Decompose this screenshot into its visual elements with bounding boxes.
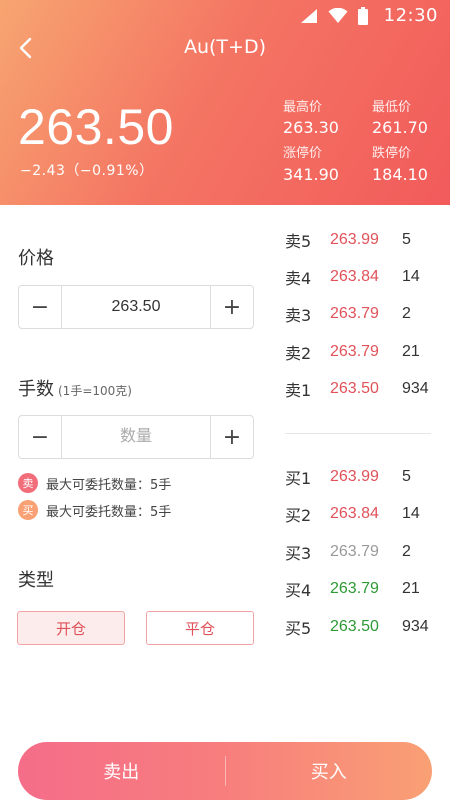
price-decrease-button[interactable]: − [19, 286, 61, 328]
ask-price: 263.99 [330, 231, 379, 248]
page-title: Au(T+D) [183, 36, 267, 58]
ask-price: 263.50 [330, 380, 379, 397]
bid-qty: 5 [402, 468, 411, 485]
price-change: −2.43（−0.91%） [20, 163, 154, 179]
quantity-decrease-button[interactable]: − [19, 416, 61, 458]
trade-action-bar: 卖出 买入 [18, 742, 432, 800]
quote-header: 12:30 Au(T+D) 263.50 −2.43（−0.91%） 最高价 2… [0, 0, 450, 205]
bid-qty: 14 [402, 505, 420, 522]
quantity-unit-hint: (1手=100克) [58, 384, 132, 398]
price-input[interactable] [62, 286, 210, 328]
open-position-button[interactable]: 开仓 [17, 611, 125, 645]
bid-row[interactable]: 买2 263.84 14 [285, 502, 445, 526]
ask-side: 卖2 [285, 344, 312, 363]
price-label: 价格 [18, 248, 54, 269]
quantity-increase-button[interactable]: + [211, 416, 253, 458]
ask-row[interactable]: 卖2 263.79 21 [285, 340, 445, 364]
ask-side: 卖1 [285, 381, 312, 400]
ask-qty: 934 [402, 380, 429, 397]
sell-badge: 卖 [18, 473, 38, 493]
bid-price: 263.79 [330, 543, 379, 560]
bid-price: 263.99 [330, 468, 379, 485]
bid-price: 263.84 [330, 505, 379, 522]
ask-qty: 2 [402, 305, 411, 322]
max-sell-note: 卖 最大可委托数量：5手 [18, 473, 171, 493]
ask-row[interactable]: 卖3 263.79 2 [285, 302, 445, 326]
ask-price: 263.79 [330, 305, 379, 322]
ask-price: 263.79 [330, 343, 379, 360]
max-buy-text: 最大可委托数量：5手 [46, 504, 172, 520]
stat-value-low: 261.70 [372, 118, 428, 137]
bid-side: 买4 [285, 581, 312, 600]
stat-value-limit-up: 341.90 [283, 165, 339, 184]
stat-label-high: 最高价 [283, 100, 323, 115]
quantity-label: 手数 (1手=100克) [18, 375, 132, 401]
bid-row[interactable]: 买1 263.99 5 [285, 465, 445, 489]
status-time: 12:30 [383, 5, 438, 26]
ask-qty: 21 [402, 343, 420, 360]
quantity-input[interactable] [62, 416, 210, 458]
stat-label-low: 最低价 [372, 100, 412, 115]
price-stepper: − + [18, 285, 254, 329]
quantity-label-text: 手数 [18, 379, 54, 400]
ask-qty: 5 [402, 231, 411, 248]
current-price: 263.50 [18, 99, 174, 155]
price-increase-button[interactable]: + [211, 286, 253, 328]
close-position-button[interactable]: 平仓 [146, 611, 254, 645]
bid-side: 买2 [285, 506, 312, 525]
quantity-stepper: − + [18, 415, 254, 459]
bid-side: 买1 [285, 469, 312, 488]
status-bar: 12:30 [0, 0, 450, 32]
bid-qty: 2 [402, 543, 411, 560]
ask-row[interactable]: 卖1 263.50 934 [285, 377, 445, 401]
ask-side: 卖3 [285, 306, 312, 325]
max-buy-note: 买 最大可委托数量：5手 [18, 500, 171, 520]
wifi-icon [328, 8, 348, 23]
ask-qty: 14 [402, 268, 420, 285]
stat-value-limit-down: 184.10 [372, 165, 428, 184]
bid-row[interactable]: 买3 263.79 2 [285, 540, 445, 564]
bid-qty: 21 [402, 580, 420, 597]
bid-side: 买5 [285, 619, 312, 638]
bid-qty: 934 [402, 618, 429, 635]
stat-value-high: 263.30 [283, 118, 339, 137]
buy-button[interactable]: 买入 [226, 742, 433, 800]
sell-button[interactable]: 卖出 [18, 742, 225, 800]
ask-side: 卖4 [285, 269, 312, 288]
bid-side: 买3 [285, 544, 312, 563]
ask-row[interactable]: 卖4 263.84 14 [285, 265, 445, 289]
bid-price: 263.50 [330, 618, 379, 635]
order-book-divider [285, 433, 431, 434]
stat-label-limit-up: 涨停价 [283, 146, 323, 161]
bid-price: 263.79 [330, 580, 379, 597]
signal-icon [301, 9, 317, 23]
battery-icon [358, 7, 368, 25]
ask-row[interactable]: 卖5 263.99 5 [285, 228, 445, 252]
max-sell-text: 最大可委托数量：5手 [46, 477, 172, 493]
ask-side: 卖5 [285, 232, 312, 251]
bid-row[interactable]: 买5 263.50 934 [285, 615, 445, 639]
stat-label-limit-down: 跌停价 [372, 146, 412, 161]
type-label: 类型 [18, 570, 54, 591]
buy-badge: 买 [18, 500, 38, 520]
ask-price: 263.84 [330, 268, 379, 285]
bid-row[interactable]: 买4 263.79 21 [285, 577, 445, 601]
